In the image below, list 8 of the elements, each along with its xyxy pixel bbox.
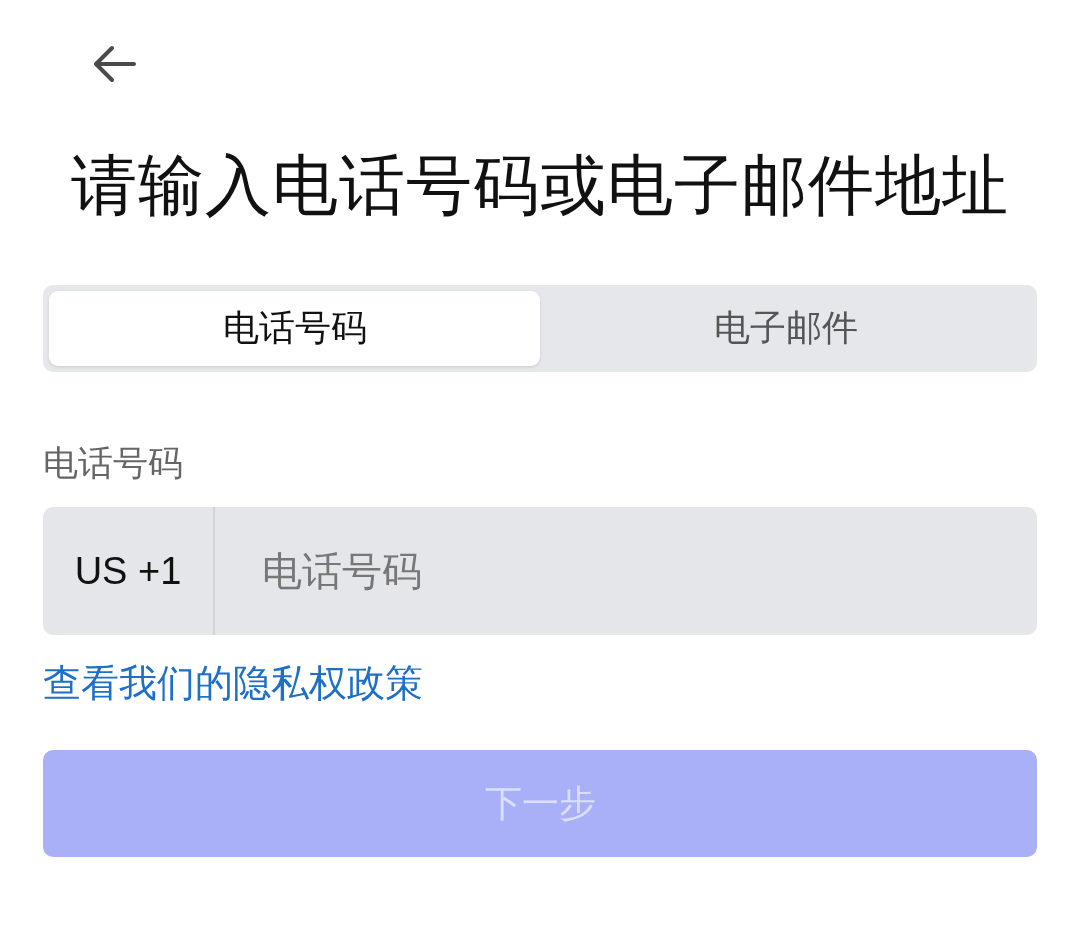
privacy-policy-link[interactable]: 查看我们的隐私权政策 [43, 659, 423, 707]
tab[interactable]: 电话号码 [49, 291, 540, 366]
tab[interactable]: 电子邮件 [540, 291, 1031, 366]
page-title: 请输入电话号码或电子邮件地址 [70, 146, 1010, 226]
phone-input-field[interactable]: 电话号码 [215, 507, 1037, 635]
country-code-selector[interactable]: US +1 [43, 507, 215, 635]
field-label: 电话号码 [43, 442, 183, 485]
back-arrow-icon [92, 45, 136, 83]
